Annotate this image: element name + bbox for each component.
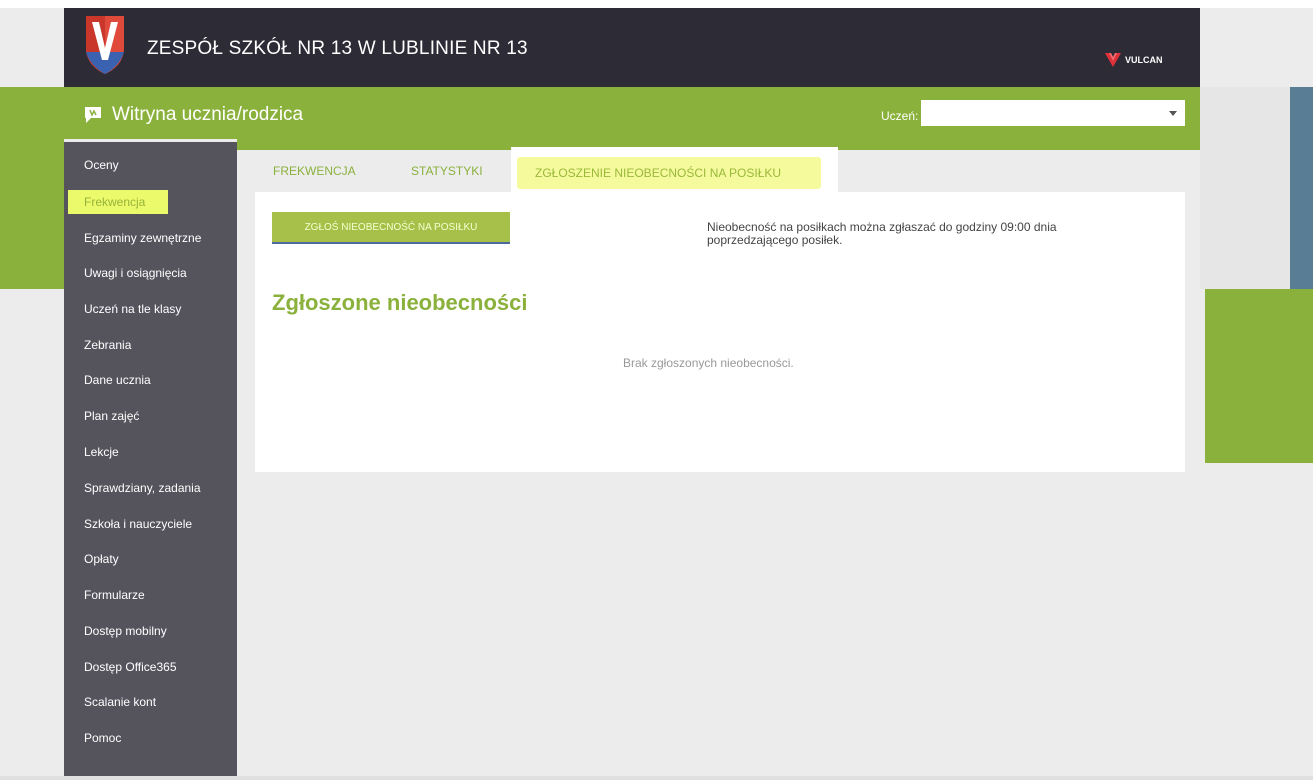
- deadline-notice: Nieobecność na posiłkach można zgłaszać …: [707, 220, 1057, 247]
- vulcan-logo-text: VULCAN: [1125, 55, 1163, 65]
- chevron-down-icon[interactable]: [1169, 111, 1177, 116]
- section-title: Zgłoszone nieobecności: [272, 290, 528, 315]
- school-logo-icon: [86, 16, 124, 74]
- top-strip: [0, 0, 1313, 8]
- sidebar-item-lekcje[interactable]: Lekcje: [84, 445, 119, 459]
- chat-bubble-icon: [85, 107, 101, 123]
- sidebar-item-scalanie-kont[interactable]: Scalanie kont: [84, 695, 156, 709]
- sidebar-item-office365[interactable]: Dostęp Office365: [84, 660, 177, 674]
- student-label: Uczeń:: [881, 109, 919, 123]
- green-band-left: [0, 87, 64, 289]
- empty-message: Brak zgłoszonych nieobecności.: [623, 356, 794, 370]
- sidebar-item-egzaminy[interactable]: Egzaminy zewnętrzne: [84, 231, 201, 245]
- tab-statystyki[interactable]: STATYSTYKI: [411, 164, 483, 178]
- sidebar-item-frekwencja[interactable]: Frekwencja: [68, 190, 168, 214]
- sidebar-item-formularze[interactable]: Formularze: [84, 588, 145, 602]
- vulcan-v-icon: [1105, 53, 1121, 67]
- sidebar-item-uwagi[interactable]: Uwagi i osiągnięcia: [84, 266, 187, 280]
- sidebar-item-dane-ucznia[interactable]: Dane ucznia: [84, 373, 151, 387]
- sidebar-nav: Oceny Frekwencja Egzaminy zewnętrzne Uwa…: [64, 142, 237, 780]
- sidebar-item-uczen-na-tle-klasy[interactable]: Uczeń na tle klasy: [84, 302, 181, 316]
- right-gray-area: [1200, 87, 1290, 289]
- sidebar-item-dostep-mobilny[interactable]: Dostęp mobilny: [84, 624, 167, 638]
- bottom-divider: [0, 776, 1313, 780]
- sidebar-item-oceny[interactable]: Oceny: [84, 158, 119, 172]
- school-name: ZESPÓŁ SZKÓŁ NR 13 W LUBLINIE NR 13: [147, 38, 528, 59]
- portal-title: Witryna ucznia/rodzica: [112, 104, 304, 125]
- tab-frekwencja[interactable]: FREKWENCJA: [273, 164, 356, 178]
- vulcan-logo: VULCAN: [1104, 52, 1163, 68]
- right-blue-band: [1290, 87, 1313, 289]
- tab-zgloszenie[interactable]: ZGŁOSZENIE NIEOBECNOŚCI NA POSIŁKU: [535, 166, 781, 180]
- sidebar-item-oplaty[interactable]: Opłaty: [84, 552, 119, 566]
- sidebar-item-szkola[interactable]: Szkoła i nauczyciele: [84, 517, 192, 531]
- sidebar-item-sprawdziany[interactable]: Sprawdziany, zadania: [84, 481, 201, 495]
- sidebar-item-pomoc[interactable]: Pomoc: [84, 731, 121, 745]
- right-green-band: [1205, 289, 1313, 463]
- report-absence-button[interactable]: ZGŁOŚ NIEOBECNOŚĆ NA POSIŁKU: [272, 212, 510, 242]
- sidebar-item-plan-zajec[interactable]: Plan zajęć: [84, 409, 139, 423]
- sidebar-item-zebrania[interactable]: Zebrania: [84, 338, 131, 352]
- student-select[interactable]: [921, 100, 1185, 126]
